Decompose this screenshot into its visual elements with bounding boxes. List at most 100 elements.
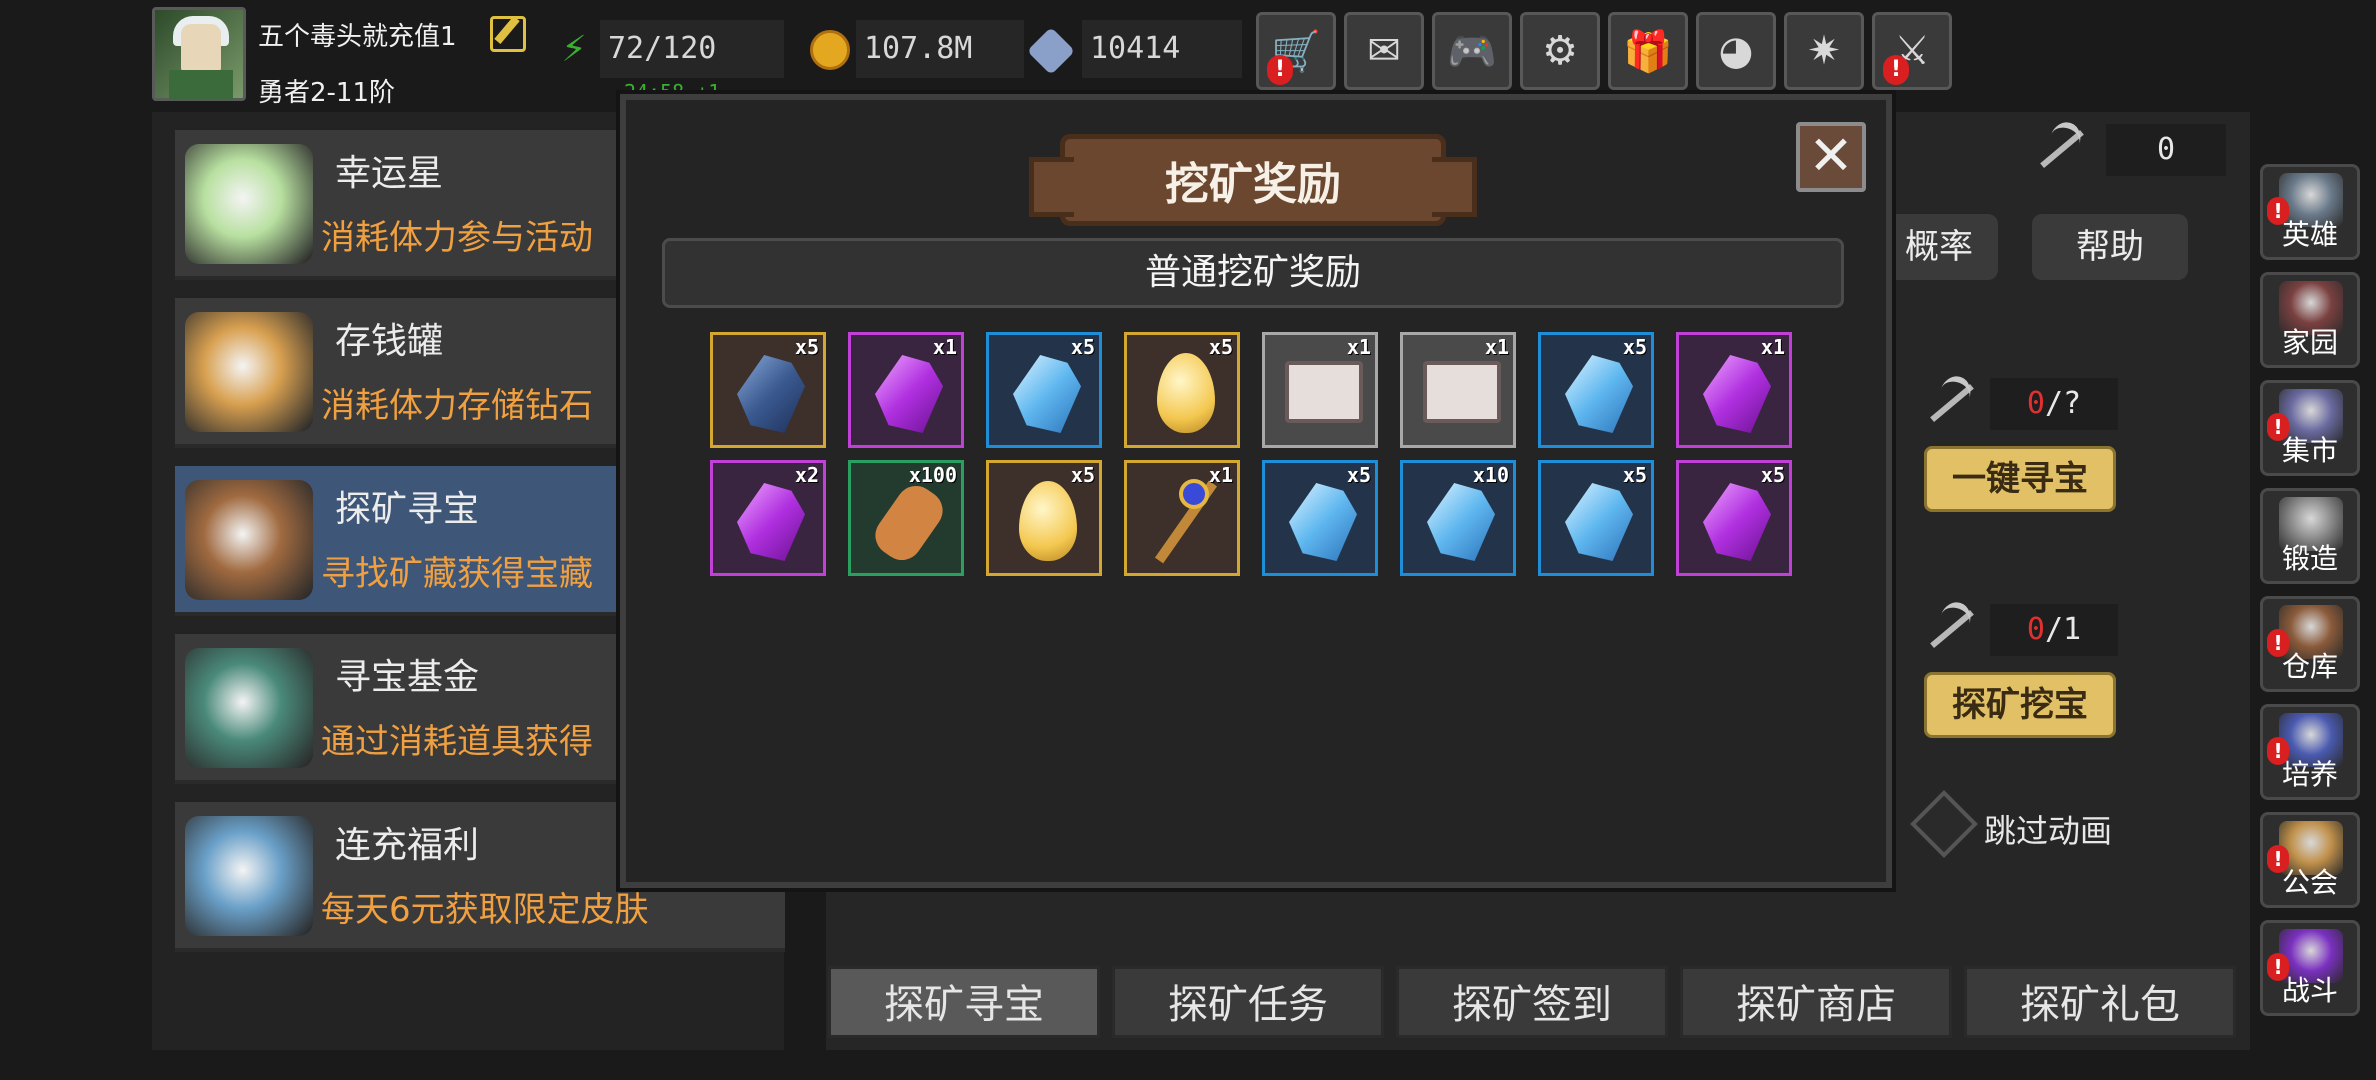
reward-slot[interactable]: x5 bbox=[1538, 460, 1654, 576]
side-nav-item[interactable]: 战斗! bbox=[2260, 920, 2360, 1016]
dialog-title: 挖矿奖励 bbox=[1165, 159, 1341, 210]
one-click-search-button[interactable]: 一键寻宝 bbox=[1924, 446, 2116, 512]
activity-title: 寻宝基金 bbox=[335, 657, 480, 698]
reward-count: x5 bbox=[1070, 463, 1095, 487]
dig-treasure-button[interactable]: 探矿挖宝 bbox=[1924, 672, 2116, 738]
fireworks-button[interactable]: ✷ bbox=[1784, 12, 1864, 90]
pickaxe-icon bbox=[1920, 370, 1984, 434]
reward-slot[interactable]: x1 bbox=[1124, 460, 1240, 576]
side-nav-item[interactable]: 锻造 bbox=[2260, 488, 2360, 584]
bone-icon bbox=[867, 478, 951, 568]
reward-count: x5 bbox=[1622, 463, 1647, 487]
bottom-tab[interactable]: 探矿礼包 bbox=[1964, 966, 2236, 1038]
mail-button[interactable]: ✉ bbox=[1344, 12, 1424, 90]
reward-count: x1 bbox=[1208, 463, 1233, 487]
reward-slot[interactable]: x1 bbox=[848, 332, 964, 448]
reward-count: x5 bbox=[1070, 335, 1095, 359]
reward-slot[interactable]: x2 bbox=[710, 460, 826, 576]
reward-count: x100 bbox=[908, 463, 957, 487]
shop-button[interactable]: 🛒! bbox=[1256, 12, 1336, 90]
reward-count: x1 bbox=[932, 335, 957, 359]
bottom-tab[interactable]: 探矿商店 bbox=[1680, 966, 1952, 1038]
reward-slot[interactable]: x5 bbox=[986, 460, 1102, 576]
gift-button[interactable]: 🎁 bbox=[1608, 12, 1688, 90]
edit-name-icon[interactable] bbox=[490, 16, 526, 52]
treasure-chest-icon bbox=[185, 480, 313, 600]
color-wheel-button[interactable]: ◕ bbox=[1696, 12, 1776, 90]
alert-badge: ! bbox=[2267, 737, 2289, 765]
help-button[interactable]: 帮助 bbox=[2032, 214, 2188, 280]
skip-animation-label: 跳过动画 bbox=[1984, 812, 2113, 850]
close-button[interactable]: ✕ bbox=[1796, 122, 1866, 192]
reward-slot[interactable]: x5 bbox=[1676, 460, 1792, 576]
alert-badge: ! bbox=[2267, 197, 2289, 225]
reward-slot[interactable]: x1 bbox=[1262, 332, 1378, 448]
gold-value: 107.8M bbox=[856, 20, 1024, 78]
mail-icon: ✉ bbox=[1367, 28, 1401, 74]
reward-slot[interactable]: x5 bbox=[1262, 460, 1378, 576]
side-nav-label: 锻造 bbox=[2281, 542, 2338, 575]
side-nav-item[interactable]: 家园 bbox=[2260, 272, 2360, 368]
reward-slot[interactable]: x5 bbox=[986, 332, 1102, 448]
reward-count: x5 bbox=[1208, 335, 1233, 359]
purple-crystal-icon bbox=[1703, 483, 1771, 561]
activity-title: 存钱罐 bbox=[335, 321, 444, 362]
activity-title: 幸运星 bbox=[335, 153, 444, 194]
bottom-tab[interactable]: 探矿签到 bbox=[1396, 966, 1668, 1038]
reward-slot[interactable]: x5 bbox=[710, 332, 826, 448]
reward-count: x5 bbox=[1346, 463, 1371, 487]
side-nav-item[interactable]: 英雄! bbox=[2260, 164, 2360, 260]
stamina-lightning-icon: ⚡ bbox=[561, 29, 587, 70]
side-nav-item[interactable]: 仓库! bbox=[2260, 596, 2360, 692]
gamepad-icon: 🎮 bbox=[1447, 28, 1497, 75]
lucky-star-icon bbox=[185, 144, 313, 264]
pickaxe-icon bbox=[1920, 596, 1984, 660]
reward-slot[interactable]: x100 bbox=[848, 460, 964, 576]
blue-crystal-icon bbox=[1565, 483, 1633, 561]
reward-slot[interactable]: x1 bbox=[1676, 332, 1792, 448]
alert-badge: ! bbox=[1267, 55, 1293, 85]
diamond-value: 10414 bbox=[1082, 20, 1242, 78]
player-name: 五个毒头就充值1 bbox=[258, 22, 457, 52]
pickaxe-count: 0 bbox=[2106, 124, 2226, 176]
reward-slot[interactable]: x1 bbox=[1400, 332, 1516, 448]
player-rank: 勇者2-11阶 bbox=[258, 78, 396, 108]
player-avatar[interactable] bbox=[152, 7, 246, 101]
gamepad-button[interactable]: 🎮 bbox=[1432, 12, 1512, 90]
reward-count: x1 bbox=[1484, 335, 1509, 359]
purple-crystal-icon bbox=[737, 483, 805, 561]
alert-badge: ! bbox=[2267, 413, 2289, 441]
white-chest-icon bbox=[1285, 361, 1363, 423]
reward-slot[interactable]: x5 bbox=[1538, 332, 1654, 448]
golden-egg-icon bbox=[1019, 481, 1077, 561]
reward-slot[interactable]: x5 bbox=[1124, 332, 1240, 448]
side-nav-item[interactable]: 培养! bbox=[2260, 704, 2360, 800]
dialog-subtitle: 普通挖矿奖励 bbox=[662, 238, 1844, 308]
crystal-cube-icon bbox=[185, 816, 313, 936]
blue-ore-icon bbox=[737, 355, 805, 433]
color-wheel-icon: ◕ bbox=[1718, 28, 1754, 74]
reward-slot[interactable]: x10 bbox=[1400, 460, 1516, 576]
blue-crystal-icon bbox=[1427, 483, 1495, 561]
activity-title: 探矿寻宝 bbox=[335, 489, 480, 530]
side-nav-label: 家园 bbox=[2281, 326, 2338, 359]
reward-count: x1 bbox=[1346, 335, 1371, 359]
side-nav-item[interactable]: 公会! bbox=[2260, 812, 2360, 908]
piggy-bank-icon bbox=[185, 312, 313, 432]
probability-button[interactable]: 概率 bbox=[1880, 214, 1998, 280]
money-bag-icon bbox=[185, 648, 313, 768]
diamond-icon bbox=[1026, 26, 1076, 76]
bottom-tab[interactable]: 探矿任务 bbox=[1112, 966, 1384, 1038]
purple-crystal-icon bbox=[875, 355, 943, 433]
settings-button[interactable]: ⚙ bbox=[1520, 12, 1600, 90]
golden-egg-icon bbox=[1157, 353, 1215, 433]
alert-badge: ! bbox=[2267, 629, 2289, 657]
fireworks-icon: ✷ bbox=[1807, 28, 1841, 74]
blue-crystal-icon bbox=[1013, 355, 1081, 433]
side-nav-item[interactable]: 集市! bbox=[2260, 380, 2360, 476]
bottom-tab[interactable]: 探矿寻宝 bbox=[828, 966, 1100, 1038]
swords-button[interactable]: ⚔! bbox=[1872, 12, 1952, 90]
blue-crystal-icon bbox=[1289, 483, 1357, 561]
reward-count: x5 bbox=[1760, 463, 1785, 487]
one-click-counter: 0/? bbox=[1990, 378, 2118, 430]
